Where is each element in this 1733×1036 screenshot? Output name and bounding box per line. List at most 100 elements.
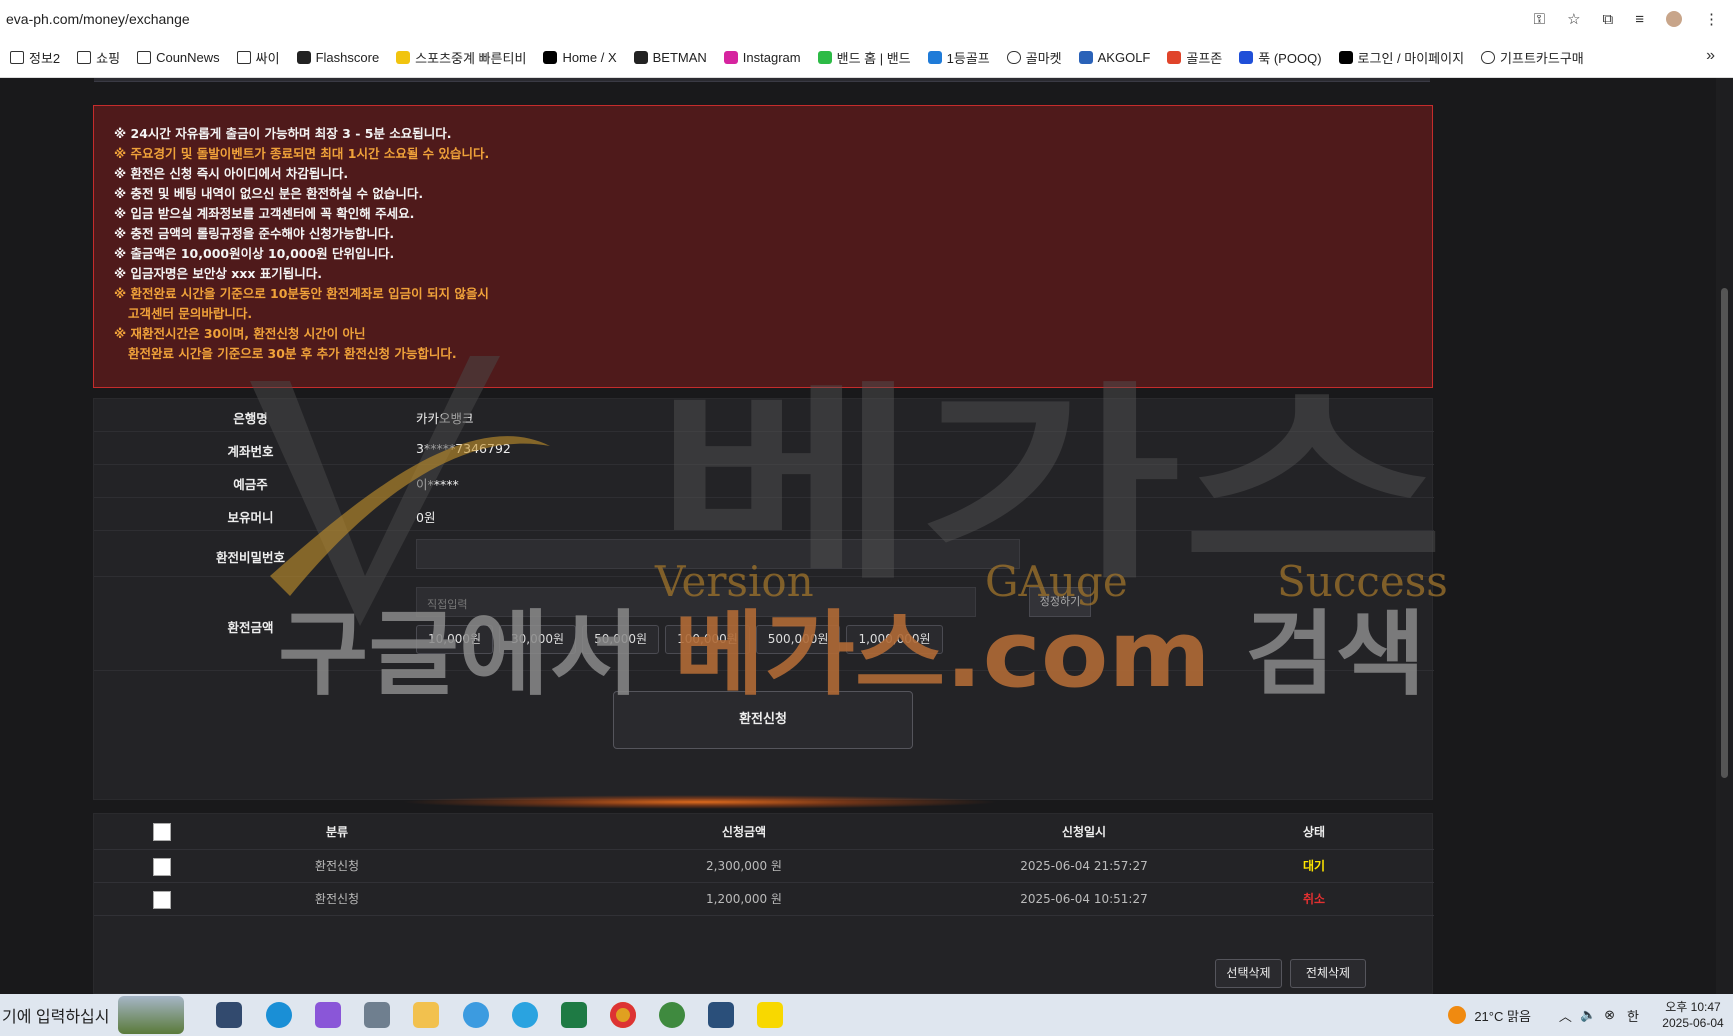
money-value: 0원 [416,510,436,525]
row-status: 취소 [1302,892,1326,906]
bank-row: 은행명 카카오뱅크 [94,399,1434,432]
flashscore-icon [296,51,311,64]
excel-icon[interactable] [561,1002,587,1028]
account-label: 계좌번호 [227,444,274,459]
pooq-icon [1239,51,1254,64]
ime-indicator[interactable]: 한 [1627,1006,1639,1025]
notice-line: ※ 환전은 신청 즉시 아이디에서 차감됩니다. [114,166,349,181]
table-row: 환전신청 1,200,000 원 2025-06-04 10:51:27 취소 [94,883,1434,916]
col-amount: 신청금액 [721,825,767,839]
bookmark-label: 싸이 [255,51,280,66]
row-checkbox[interactable] [153,891,171,909]
vpn-icon[interactable] [708,1002,734,1028]
media-icon[interactable]: ≡ [1635,11,1644,28]
bookmark-6[interactable]: Home / X [543,50,617,65]
copilot-icon[interactable] [315,1002,341,1028]
row-amount: 1,200,000 원 [706,892,782,906]
quick-amount-button[interactable]: 30,000원 [499,625,577,654]
bookmark-16[interactable]: 기프트카드구매 [1481,48,1584,67]
bookmark-label: Instagram [742,50,801,65]
quick-amount-button[interactable]: 1,000,000원 [846,625,943,654]
bookmark-11[interactable]: 골마켓 [1006,48,1062,67]
url-text[interactable]: eva-ph.com/money/exchange [6,11,1534,27]
money-row: 보유머니 0원 [94,498,1434,531]
reset-button[interactable]: 정정하기 [1029,587,1091,617]
bookmark-star-icon[interactable]: ☆ [1567,10,1580,28]
row-checkbox[interactable] [153,858,171,876]
kakaotalk-icon[interactable] [757,1002,783,1028]
bookmark-7[interactable]: BETMAN [633,50,707,65]
telegram-icon[interactable] [512,1002,538,1028]
edge-icon[interactable] [266,1002,292,1028]
bookmark-label: 스포츠중계 빠른티비 [415,51,527,66]
bookmarks-overflow-icon[interactable]: » [1706,47,1715,65]
bookmark-3[interactable]: 싸이 [236,48,280,67]
bookmarks-bar: 정보2 쇼핑 CounNews 싸이 Flashscore 스포츠중계 빠른티비 Home … [0,38,1733,78]
row-amount: 2,300,000 원 [706,859,782,873]
task-view-icon[interactable] [216,1002,242,1028]
row-datetime: 2025-06-04 21:57:27 [1020,859,1148,873]
bookmark-0[interactable]: 정보2 [10,48,60,67]
bookmark-4[interactable]: Flashscore [296,50,379,65]
volume-icon[interactable]: 🔈 [1580,1007,1596,1023]
money-label: 보유머니 [227,510,274,525]
amount-input[interactable]: 직접입력 [416,587,976,617]
history-table: 분류 신청금액 신청일시 상태 환전신청 2,300,000 원 2025-06-0… [93,813,1434,994]
scroll-thumb[interactable] [1721,288,1728,778]
extensions-icon[interactable]: ⧉ [1603,11,1614,28]
key-icon[interactable]: ⚿ [1534,11,1545,28]
exchange-page: ※ 24시간 자유롭게 출금이 가능하며 최장 3 - 5분 소요됩니다. ※ 주… [0,78,1716,994]
weather-icon[interactable] [1448,1006,1467,1024]
chevron-up-icon[interactable]: ︿ [1559,1006,1572,1025]
quick-amount-buttons: 10,000원 30,000원 50,000원 100,000원 500,000원 1,0… [416,625,943,654]
taskbar-search-text[interactable]: 기에 입력하십시 [2,1003,110,1027]
folder-icon [236,51,251,64]
notice-line: ※ 입금 받으실 계좌정보를 고객센터에 꼭 확인해 주세요. [114,206,415,221]
password-row: 환전비밀번호 [94,531,1434,577]
clock[interactable]: 오후 10:47 2025-06-04 [1653,999,1733,1031]
select-all-checkbox[interactable] [153,823,171,841]
bookmark-label: 쇼핑 [96,51,121,66]
bookmark-14[interactable]: 푹 (POOQ) [1239,48,1322,67]
page-scrollbar[interactable] [1716,78,1733,994]
bookmark-10[interactable]: 1등골프 [927,48,990,67]
file-explorer-icon[interactable] [413,1002,439,1028]
network-off-icon[interactable]: ⊗ [1604,1007,1615,1023]
delete-selected-button[interactable]: 선택삭제 [1215,959,1282,988]
chrome-icon[interactable] [610,1002,636,1028]
bookmark-5[interactable]: 스포츠중계 빠른티비 [396,48,526,67]
bookmark-12[interactable]: AKGOLF [1078,50,1150,65]
betman-icon [633,51,648,64]
exchange-submit-button[interactable]: 환전신청 [613,691,913,749]
notice-line: ※ 환전완료 시간을 기준으로 10분동안 환전계좌로 입금이 되지 않을시 [114,286,489,301]
menu-icon[interactable]: ⋮ [1704,10,1719,28]
bookmark-label: 로그인 / 마이페이지 [1357,51,1465,66]
holder-row: 예금주 이***** [94,465,1434,498]
calculator-icon[interactable] [364,1002,390,1028]
bookmark-15[interactable]: 로그인 / 마이페이지 [1338,48,1465,67]
bookmark-2[interactable]: CounNews [137,50,220,65]
taskbar-search[interactable]: 기에 입력하십시 [0,994,200,1036]
akgolf-icon [1078,51,1093,64]
password-input[interactable] [416,539,1020,569]
bookmark-1[interactable]: 쇼핑 [77,48,120,67]
quick-amount-button[interactable]: 100,000원 [665,625,750,654]
bookmark-label: 푹 (POOQ) [1258,51,1322,66]
quick-amount-button[interactable]: 10,000원 [416,625,494,654]
bookmark-9[interactable]: 밴드 홈 | 밴드 [817,48,911,67]
quick-amount-button[interactable]: 500,000원 [755,625,841,654]
bookmark-8[interactable]: Instagram [723,50,801,65]
bookmark-13[interactable]: 골프존 [1167,48,1222,67]
bookmark-label: 밴드 홈 | 밴드 [836,51,911,66]
delete-all-button[interactable]: 전체삭제 [1290,959,1366,988]
row-datetime: 2025-06-04 10:51:27 [1020,892,1148,906]
notice-line: 고객센터 문의바랍니다. [128,306,253,321]
weather-text[interactable]: 21°C 맑음 [1474,1006,1531,1025]
address-bar[interactable]: eva-ph.com/money/exchange ⚿ ☆ ⧉ ≡ ⋮ [0,0,1733,38]
taskbar: 기에 입력하십시 21°C 맑음 ︿ 🔈 ⊗ 한 오후 10:47 2025-0… [0,994,1733,1036]
utorrent-icon[interactable] [659,1002,685,1028]
ie-icon[interactable] [463,1002,489,1028]
quick-amount-button[interactable]: 50,000원 [582,625,660,654]
profile-avatar[interactable] [1666,11,1682,27]
row-type: 환전신청 [314,892,360,906]
